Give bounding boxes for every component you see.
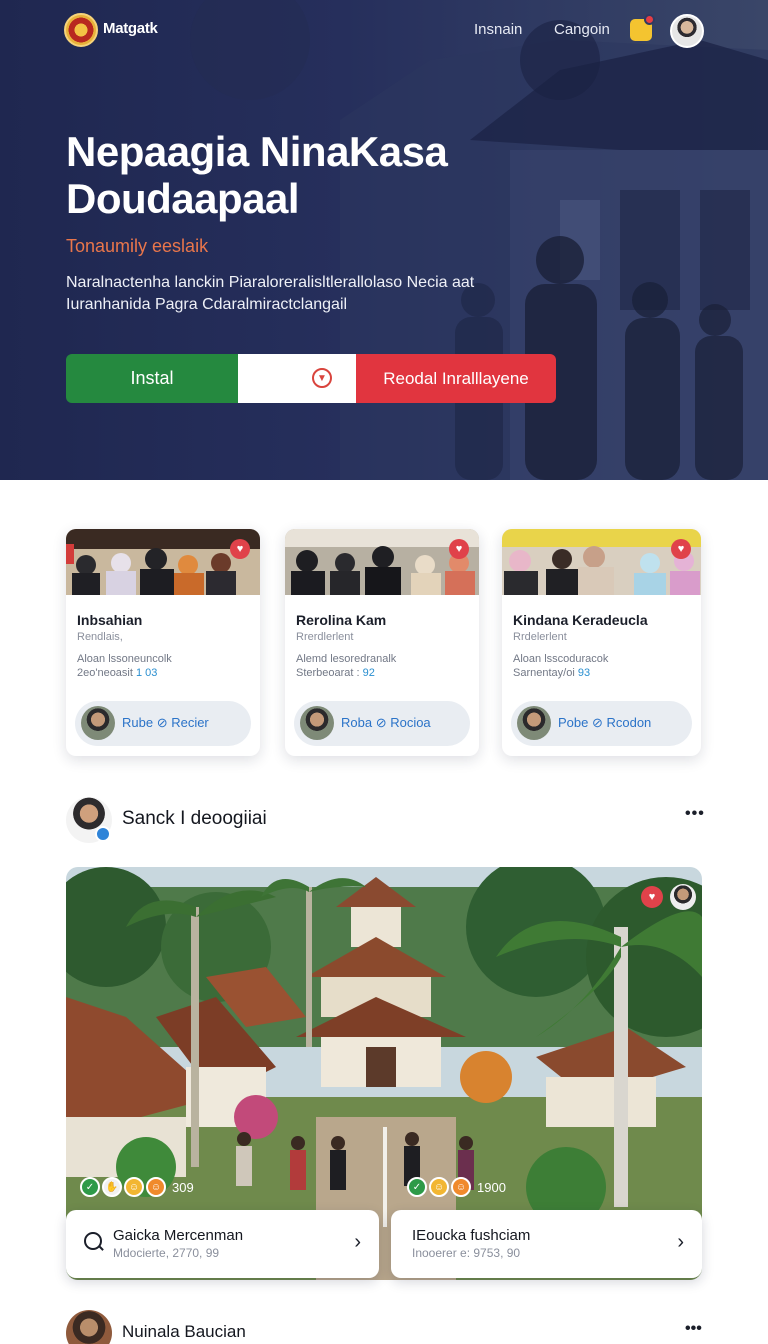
location-title: IEoucka fushciam: [412, 1227, 531, 1244]
hero-subtitle: Tonaumily eeslaik: [66, 236, 209, 256]
hero-title: Nepaagia NinaKasa Doudaapaal: [66, 128, 448, 222]
reaction-count: 1900: [477, 1179, 506, 1195]
card-photo: [502, 529, 701, 595]
card-action-label: Pobe ⊘ Rcodon: [558, 715, 652, 730]
card-title: Rerolina Kam: [296, 612, 387, 628]
card-photo: [285, 529, 479, 595]
card-title: Inbsahian: [77, 612, 143, 628]
card-stat-value: 92: [362, 667, 375, 679]
brand-name[interactable]: Matgatk: [103, 20, 158, 37]
card-title: Kindana Keradeucla: [513, 612, 648, 628]
nav-link-1[interactable]: Insnain: [474, 21, 522, 38]
community-card[interactable]: ♥ Rerolina Kam Rrerdlerlent Alemd lesore…: [285, 529, 479, 756]
hand-reaction-icon: ✋: [102, 1177, 122, 1197]
check-reaction-icon: ✓: [80, 1177, 100, 1197]
install-button[interactable]: Instal: [66, 354, 238, 403]
avatar: [517, 706, 551, 740]
check-reaction-icon: ✓: [407, 1177, 427, 1197]
more-options-icon[interactable]: •••: [685, 1320, 702, 1338]
hero-description: Naralnactenha lanckin Piaraloreralisltle…: [66, 274, 475, 313]
smile-reaction-icon: ☺: [124, 1177, 144, 1197]
card-stat-value: 93: [577, 667, 591, 679]
verified-badge-icon: [95, 826, 111, 842]
smile-reaction-icon: ☺: [429, 1177, 449, 1197]
hero-button-group: Instal ▼ Reodal Inralllayene: [66, 354, 556, 403]
card-detail: Alemd lesoredranalk: [296, 653, 397, 665]
avatar: [300, 706, 334, 740]
location-title: Gaicka Mercenman: [113, 1227, 244, 1244]
card-action-pill[interactable]: Pobe ⊘ Rcodon: [511, 701, 692, 746]
card-stat: Sterbeoarat : 92: [296, 667, 375, 679]
avatar[interactable]: [670, 884, 696, 910]
location-meta: Inooerer e: 9753, 90: [412, 1246, 521, 1260]
reaction-bar[interactable]: ✓ ✋ ☺ ☺ 309: [80, 1176, 194, 1198]
card-action-label: Rube ⊘ Recier: [122, 715, 209, 730]
community-card[interactable]: ♥ Kindana Keradeucla Rrdelerlent Aloan l…: [502, 529, 701, 756]
laugh-reaction-icon: ☺: [451, 1177, 471, 1197]
notification-dot: [644, 14, 655, 25]
location-meta: Mdocierte, 2770, 99: [113, 1246, 220, 1260]
card-action-pill[interactable]: Roba ⊘ Rocioa: [294, 701, 470, 746]
reaction-bar[interactable]: ✓ ☺ ☺ 1900: [407, 1176, 506, 1198]
emblem-logo-icon[interactable]: [64, 13, 98, 47]
reaction-count: 309: [172, 1179, 194, 1195]
card-stat: Sarnentay/oi 93: [513, 667, 591, 679]
card-action-label: Roba ⊘ Rocioa: [341, 715, 431, 730]
card-detail: Aloan lssoneuncolk: [77, 653, 172, 665]
community-card[interactable]: ♥ Inbsahian Rendlais, Aloan lssoneuncolk…: [66, 529, 260, 756]
favorite-icon[interactable]: ♥: [671, 539, 691, 559]
card-stat-value: 1 03: [135, 667, 158, 679]
card-action-pill[interactable]: Rube ⊘ Recier: [75, 701, 251, 746]
card-meta: Rrerdlerlent: [296, 631, 354, 643]
chevron-down-icon: ▼: [312, 368, 332, 388]
card-photo: [66, 529, 260, 595]
card-stat: 2eo'neoasit 1 03: [77, 667, 158, 679]
post-author-name[interactable]: Nuinala Baucian: [122, 1322, 246, 1342]
location-card[interactable]: IEoucka fushciam Inooerer e: 9753, 90 ›: [391, 1210, 702, 1278]
more-options-icon[interactable]: •••: [685, 805, 705, 823]
top-navigation-bar: Matgatk Insnain Cangoin: [0, 0, 768, 62]
post-author-avatar[interactable]: [66, 1310, 112, 1344]
secondary-action-button[interactable]: Reodal Inralllayene: [356, 354, 556, 403]
hero-section: Matgatk Insnain Cangoin Nepaagia NinaKas…: [0, 0, 768, 480]
location-card[interactable]: Gaicka Mercenman Mdocierte, 2770, 99 ›: [66, 1210, 379, 1278]
chevron-right-icon: ›: [677, 1231, 684, 1253]
user-avatar[interactable]: [670, 14, 704, 48]
card-detail: Aloan lsscoduracok: [513, 653, 609, 665]
favorite-icon[interactable]: ♥: [449, 539, 469, 559]
laugh-reaction-icon: ☺: [146, 1177, 166, 1197]
dropdown-toggle-button[interactable]: ▼: [238, 354, 356, 403]
chevron-right-icon: ›: [354, 1231, 361, 1253]
favorite-icon[interactable]: ♥: [641, 886, 663, 908]
post-author-name[interactable]: Sanck I deoogiiai: [122, 808, 267, 830]
nav-link-2[interactable]: Cangoin: [554, 21, 610, 38]
card-meta: Rrdelerlent: [513, 631, 567, 643]
favorite-icon[interactable]: ♥: [230, 539, 250, 559]
card-meta: Rendlais,: [77, 631, 123, 643]
search-icon: [84, 1232, 102, 1250]
avatar: [81, 706, 115, 740]
